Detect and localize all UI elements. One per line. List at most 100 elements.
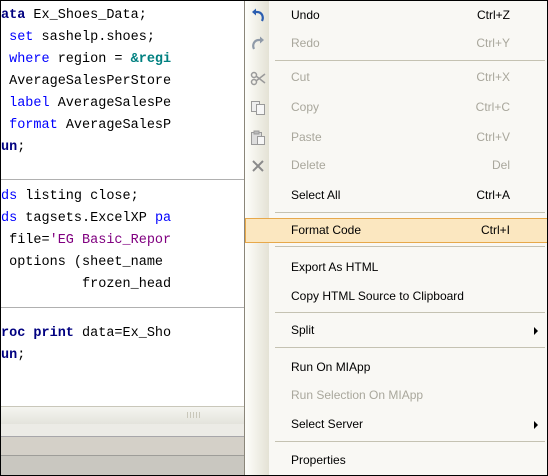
code-token: tagsets.ExcelXP: [17, 211, 155, 226]
menu-item-export-as-html[interactable]: Export As HTML: [245, 255, 547, 280]
code-line[interactable]: options (sheet_name: [1, 252, 171, 274]
code-token: ;: [17, 348, 26, 363]
step-divider: [1, 179, 251, 180]
code-token: ;: [17, 140, 26, 155]
code-token: un: [1, 140, 18, 155]
menu-item-properties[interactable]: Properties: [245, 448, 547, 473]
menu-item-label: Select Server: [291, 417, 364, 431]
menu-item-copy-html-source[interactable]: Copy HTML Source to Clipboard: [245, 284, 547, 309]
menu-item-cut[interactable]: Cut Ctrl+X: [245, 65, 547, 90]
code-token: AverageSalesPerStore: [1, 74, 172, 89]
menu-item-shortcut: Ctrl+Z: [477, 8, 510, 22]
menu-item-label: Run On MIApp: [291, 360, 371, 374]
code-token: file=: [1, 233, 50, 248]
code-line[interactable]: ata Ex_Shoes_Data;: [1, 5, 147, 27]
code-token: options (sheet_name: [1, 255, 172, 270]
screenshot-frame: ata Ex_Shoes_Data; set sashelp.shoes; wh…: [0, 0, 548, 476]
menu-item-label: Redo: [291, 36, 320, 50]
code-line[interactable]: ds listing close;: [1, 186, 139, 208]
redo-icon: [249, 35, 266, 52]
menu-item-shortcut: Ctrl+C: [475, 100, 510, 114]
menu-item-shortcut: Ctrl+V: [476, 130, 510, 144]
code-token: un: [1, 348, 18, 363]
step-divider: [1, 307, 251, 308]
menu-item-label: Format Code: [291, 223, 362, 237]
menu-item-shortcut: Ctrl+X: [476, 70, 510, 84]
menu-item-shortcut: Ctrl+A: [476, 188, 510, 202]
horizontal-scrollbar[interactable]: [1, 406, 251, 425]
menu-item-copy[interactable]: Copy Ctrl+C: [245, 95, 547, 120]
menu-separator: [275, 441, 545, 442]
code-line[interactable]: frozen_head: [1, 274, 171, 296]
menu-item-paste[interactable]: Paste Ctrl+V: [245, 125, 547, 150]
menu-item-label: Delete: [291, 158, 326, 172]
menu-item-label: Split: [291, 323, 315, 337]
menu-item-format-code[interactable]: Format Code Ctrl+I: [245, 218, 547, 243]
delete-icon: [249, 157, 266, 174]
menu-separator: [275, 246, 545, 247]
code-token: Ex_Shoes_Data;: [25, 8, 147, 23]
menu-item-label: Export As HTML: [291, 260, 379, 274]
code-line[interactable]: file='EG Basic_Repor: [1, 230, 171, 252]
paste-icon: [249, 129, 266, 146]
code-line[interactable]: format AverageSalesP: [1, 115, 171, 137]
code-line[interactable]: roc print data=Ex_Sho: [1, 323, 171, 345]
code-token: set: [1, 30, 34, 45]
code-area[interactable]: ata Ex_Shoes_Data; set sashelp.shoes; wh…: [1, 1, 251, 363]
submenu-arrow-icon: [534, 327, 538, 335]
scrollbar-grip-icon[interactable]: [187, 412, 201, 418]
menu-item-undo[interactable]: Undo Ctrl+Z: [245, 3, 547, 28]
code-editor[interactable]: ata Ex_Shoes_Data; set sashelp.shoes; wh…: [1, 1, 251, 475]
scissors-icon: [249, 69, 266, 86]
menu-item-label: Copy: [291, 100, 320, 114]
menu-item-redo[interactable]: Redo Ctrl+Y: [245, 31, 547, 56]
code-token: roc print: [1, 326, 74, 341]
code-line[interactable]: ds tagsets.ExcelXP pa: [1, 208, 171, 230]
code-token: format: [1, 118, 58, 133]
submenu-arrow-icon: [534, 421, 538, 429]
code-token: frozen_head: [1, 277, 172, 292]
code-token: where: [1, 52, 50, 67]
menu-item-shortcut: Ctrl+I: [480, 223, 510, 237]
code-token: ata: [1, 8, 26, 23]
code-line[interactable]: where region = &regi: [1, 49, 171, 71]
undo-icon: [249, 7, 266, 24]
menu-item-shortcut: Ctrl+Y: [476, 36, 510, 50]
code-token: label: [1, 96, 50, 111]
status-bar: [1, 455, 251, 475]
menu-item-split[interactable]: Split: [245, 318, 547, 343]
code-token: data=Ex_Sho: [73, 326, 172, 341]
menu-item-label: Undo: [291, 8, 320, 22]
menu-item-label: Run Selection On MIApp: [291, 388, 424, 402]
code-token: ds: [1, 211, 18, 226]
menu-item-label: Properties: [291, 453, 346, 467]
menu-item-label: Cut: [291, 70, 310, 84]
menu-item-run-selection-on-miapp[interactable]: Run Selection On MIApp: [245, 383, 547, 408]
code-token: AverageSalesPe: [49, 96, 172, 111]
code-token: sashelp.shoes;: [33, 30, 155, 45]
bottom-panel-strip: [1, 424, 251, 436]
context-menu: Undo Ctrl+Z Redo Ctrl+Y Cut Ctrl+X Copy …: [244, 1, 547, 475]
menu-separator: [275, 312, 545, 313]
menu-item-delete[interactable]: Delete Del: [245, 153, 547, 178]
menu-item-label: Paste: [291, 130, 322, 144]
copy-icon: [249, 99, 266, 116]
menu-item-run-on-miapp[interactable]: Run On MIApp: [245, 355, 547, 380]
code-line[interactable]: set sashelp.shoes;: [1, 27, 155, 49]
code-token: AverageSalesP: [57, 118, 172, 133]
code-token: 'EG Basic_Repor: [49, 233, 172, 248]
code-line[interactable]: un;: [1, 137, 25, 159]
code-line[interactable]: AverageSalesPerStore: [1, 71, 171, 93]
code-token: ds: [1, 189, 18, 204]
menu-item-select-server[interactable]: Select Server: [245, 412, 547, 437]
menu-separator: [275, 347, 545, 348]
code-token: listing close;: [17, 189, 139, 204]
code-token: &regi: [130, 52, 172, 67]
code-token: pa: [154, 211, 172, 226]
menu-item-select-all[interactable]: Select All Ctrl+A: [245, 183, 547, 208]
menu-item-label: Select All: [291, 188, 341, 202]
menu-separator: [275, 60, 545, 61]
menu-item-label: Copy HTML Source to Clipboard: [291, 289, 464, 303]
code-line[interactable]: label AverageSalesPe: [1, 93, 171, 115]
code-line[interactable]: un;: [1, 345, 25, 367]
